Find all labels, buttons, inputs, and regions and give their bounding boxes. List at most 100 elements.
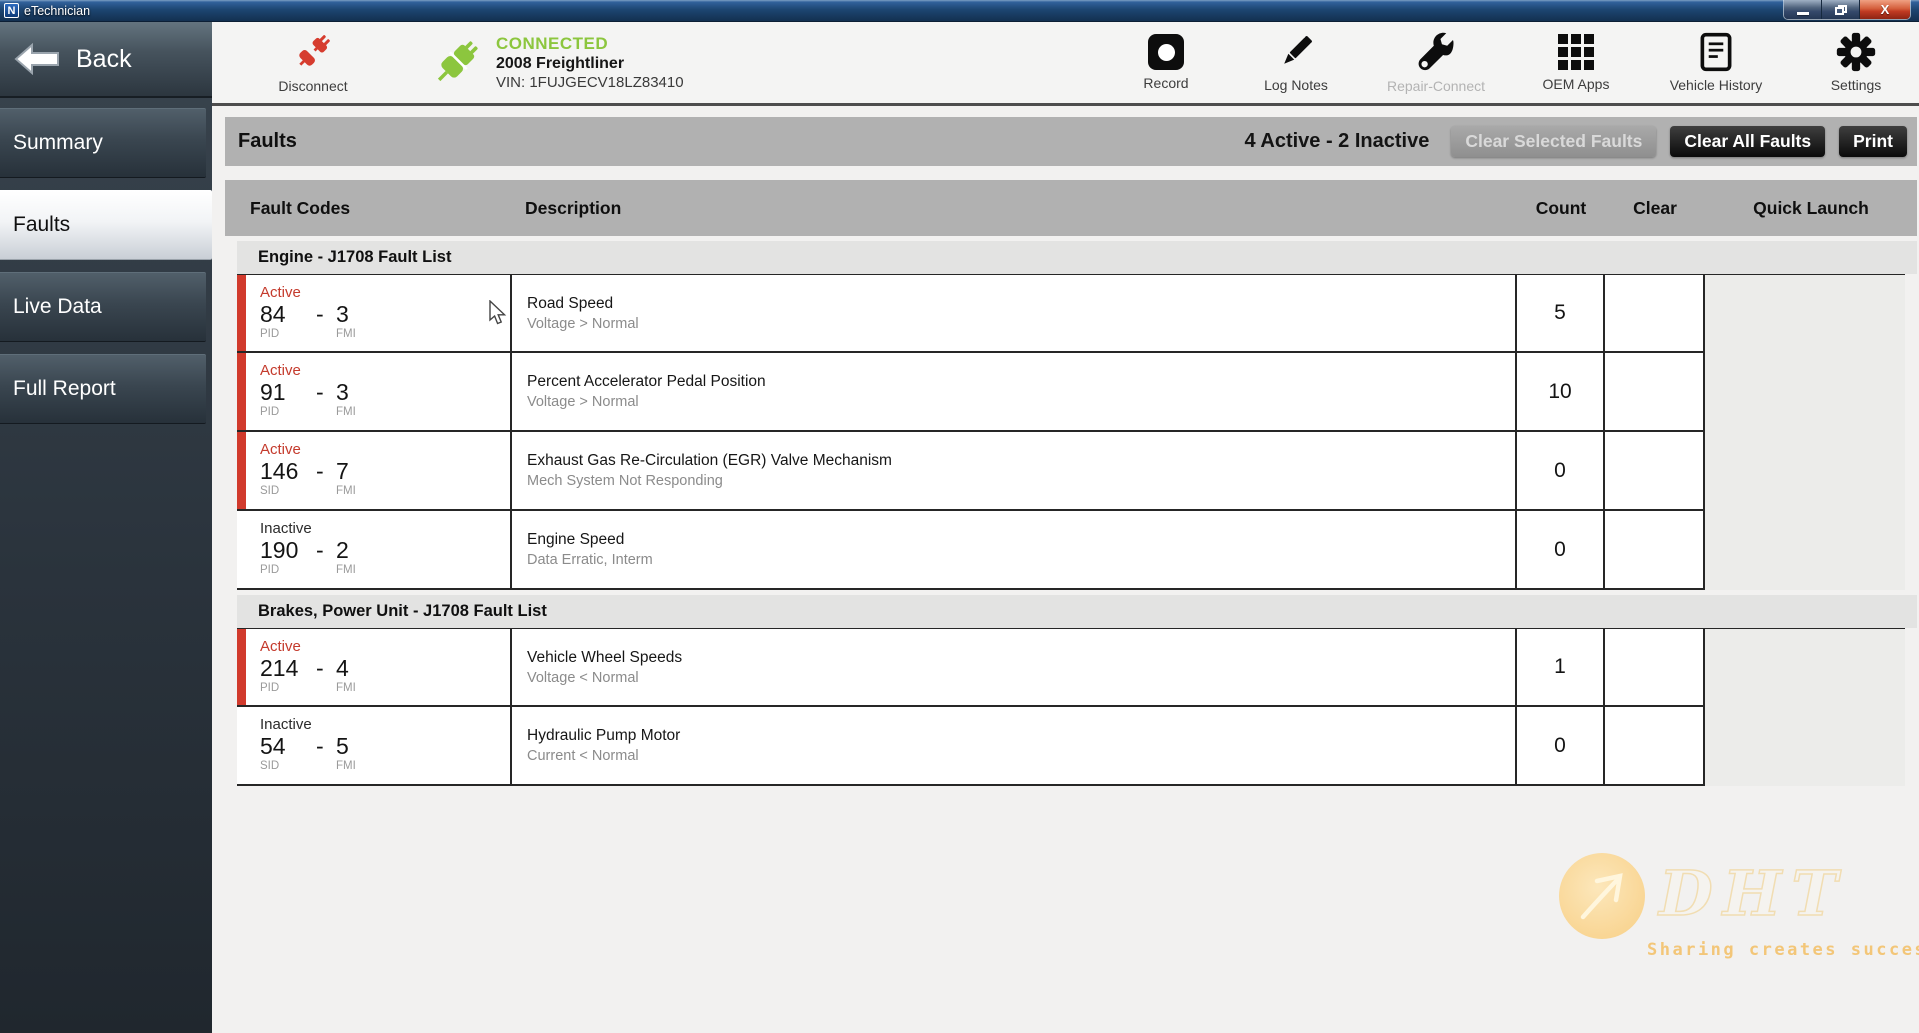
fault-count-cell: 0 [1517,707,1605,786]
fault-code: 146 [260,458,316,484]
sidebar: Back Summary Faults Live Data Full Repor… [0,22,212,1033]
fault-count-cell: 10 [1517,353,1605,432]
fault-detail: Current < Normal [527,748,1515,764]
fmi-label: FMI [336,682,356,694]
fault-row[interactable]: Active 146 - 7 SID FMI Exhaust Gas Re-Ci… [237,432,1917,511]
fault-clear-cell[interactable] [1605,628,1705,707]
fault-section-header: Brakes, Power Unit - J1708 Fault List [237,595,1917,628]
repair-connect-button[interactable]: Repair-Connect [1361,31,1511,94]
fault-fmi: 7 [336,458,349,484]
log-notes-button[interactable]: Log Notes [1231,31,1361,94]
record-button[interactable]: Record [1101,31,1231,94]
oem-apps-button[interactable]: OEM Apps [1511,31,1641,94]
fault-clear-cell[interactable] [1605,353,1705,432]
minimize-button[interactable] [1784,0,1822,19]
pencil-icon [1276,32,1316,72]
fault-description-cell: Vehicle Wheel Speeds Voltage < Normal [512,628,1517,707]
page-title: Faults [238,130,297,153]
back-button[interactable]: Back [0,22,212,98]
fault-fmi: 5 [336,733,349,759]
history-document-icon [1697,32,1735,72]
fault-code: 214 [260,655,316,681]
fmi-label: FMI [336,485,356,497]
fault-description-cell: Road Speed Voltage > Normal [512,274,1517,353]
fault-quick-launch-cell [1705,511,1905,590]
sidebar-item-faults[interactable]: Faults [0,190,212,260]
title-bar: N eTechnician X [0,0,1919,22]
fault-row[interactable]: Active 91 - 3 PID FMI Percent Accelerato… [237,353,1917,432]
fault-code: 91 [260,379,316,405]
fault-clear-cell[interactable] [1605,432,1705,511]
fault-quick-launch-cell [1705,628,1905,707]
fault-fmi: 3 [336,379,349,405]
fault-status: Active [260,362,510,379]
fault-description-cell: Hydraulic Pump Motor Current < Normal [512,707,1517,786]
clear-selected-faults-button[interactable]: Clear Selected Faults [1451,126,1656,157]
fault-detail: Mech System Not Responding [527,473,1515,489]
fault-clear-cell[interactable] [1605,274,1705,353]
restore-icon [1835,5,1847,15]
fault-detail: Data Erratic, Interm [527,552,1515,568]
fault-description: Hydraulic Pump Motor [527,727,1515,745]
fault-section-rows: Active 84 - 3 PID FMI Road Speed Voltage… [237,274,1917,590]
vehicle-history-button[interactable]: Vehicle History [1641,31,1791,94]
watermark-tagline: Sharing creates success [1647,940,1919,960]
toolbar-buttons: Record Log Notes [1101,31,1919,94]
fault-description: Exhaust Gas Re-Circulation (EGR) Valve M… [527,452,1515,470]
fault-status: Inactive [260,520,510,537]
vehicle-vin: VIN: 1FUJGECV18LZ83410 [496,74,684,91]
fmi-label: FMI [336,760,356,772]
gear-icon [1836,32,1876,72]
column-header-description: Description [512,198,1517,219]
fault-count-cell: 0 [1517,432,1605,511]
fault-code-cell: Active 91 - 3 PID FMI [237,353,512,432]
restore-button[interactable] [1822,0,1860,19]
fault-row[interactable]: Inactive 54 - 5 SID FMI Hydraulic Pump M… [237,707,1917,786]
page-header: Faults 4 Active - 2 Inactive Clear Selec… [225,117,1917,166]
fault-code-cell: Active 214 - 4 PID FMI [237,628,512,707]
sidebar-item-live-data[interactable]: Live Data [0,272,206,342]
fault-description-cell: Percent Accelerator Pedal Position Volta… [512,353,1517,432]
connected-plug-icon [430,37,482,89]
fault-code: 190 [260,537,316,563]
code-type-label: SID [260,485,336,497]
sidebar-item-full-report[interactable]: Full Report [0,354,206,424]
code-type-label: SID [260,760,336,772]
fault-table: Fault Codes Description Count Clear Quic… [225,180,1917,786]
close-button[interactable]: X [1860,0,1910,19]
print-button[interactable]: Print [1839,126,1907,157]
column-header-clear: Clear [1605,198,1705,219]
fault-section-rows: Active 214 - 4 PID FMI Vehicle Wheel Spe… [237,628,1917,786]
fault-section: Engine - J1708 Fault List Active 84 - 3 … [237,241,1917,590]
wrench-icon [1415,31,1457,73]
fault-code: 54 [260,733,316,759]
active-fault-bar [237,629,246,705]
vehicle-name: 2008 Freightliner [496,55,684,73]
column-header-quick-launch: Quick Launch [1705,198,1917,219]
sidebar-item-summary[interactable]: Summary [0,108,206,178]
fault-detail: Voltage > Normal [527,394,1515,410]
content-area: Disconnect CONNECTED 2008 Freightliner [212,22,1919,1033]
settings-button[interactable]: Settings [1791,31,1919,94]
fault-fmi: 3 [336,301,349,327]
fault-description: Vehicle Wheel Speeds [527,649,1515,667]
fmi-label: FMI [336,564,356,576]
fault-quick-launch-cell [1705,707,1905,786]
fault-detail: Voltage > Normal [527,316,1515,332]
connection-info: CONNECTED 2008 Freightliner VIN: 1FUJGEC… [430,34,684,91]
fault-clear-cell[interactable] [1605,707,1705,786]
code-type-label: PID [260,406,336,418]
fault-quick-launch-cell [1705,353,1905,432]
fault-clear-cell[interactable] [1605,511,1705,590]
active-fault-bar [237,275,246,351]
fault-description: Road Speed [527,295,1515,313]
fault-row[interactable]: Active 214 - 4 PID FMI Vehicle Wheel Spe… [237,628,1917,707]
clear-all-faults-button[interactable]: Clear All Faults [1670,126,1825,157]
fault-table-header: Fault Codes Description Count Clear Quic… [225,180,1917,236]
apps-grid-icon [1557,33,1595,71]
fault-row[interactable]: Inactive 190 - 2 PID FMI Engine Speed Da… [237,511,1917,590]
sidebar-nav: Summary Faults Live Data Full Report [0,108,212,424]
record-icon [1148,34,1184,70]
fault-row[interactable]: Active 84 - 3 PID FMI Road Speed Voltage… [237,274,1917,353]
disconnect-button[interactable]: Disconnect [258,31,368,94]
